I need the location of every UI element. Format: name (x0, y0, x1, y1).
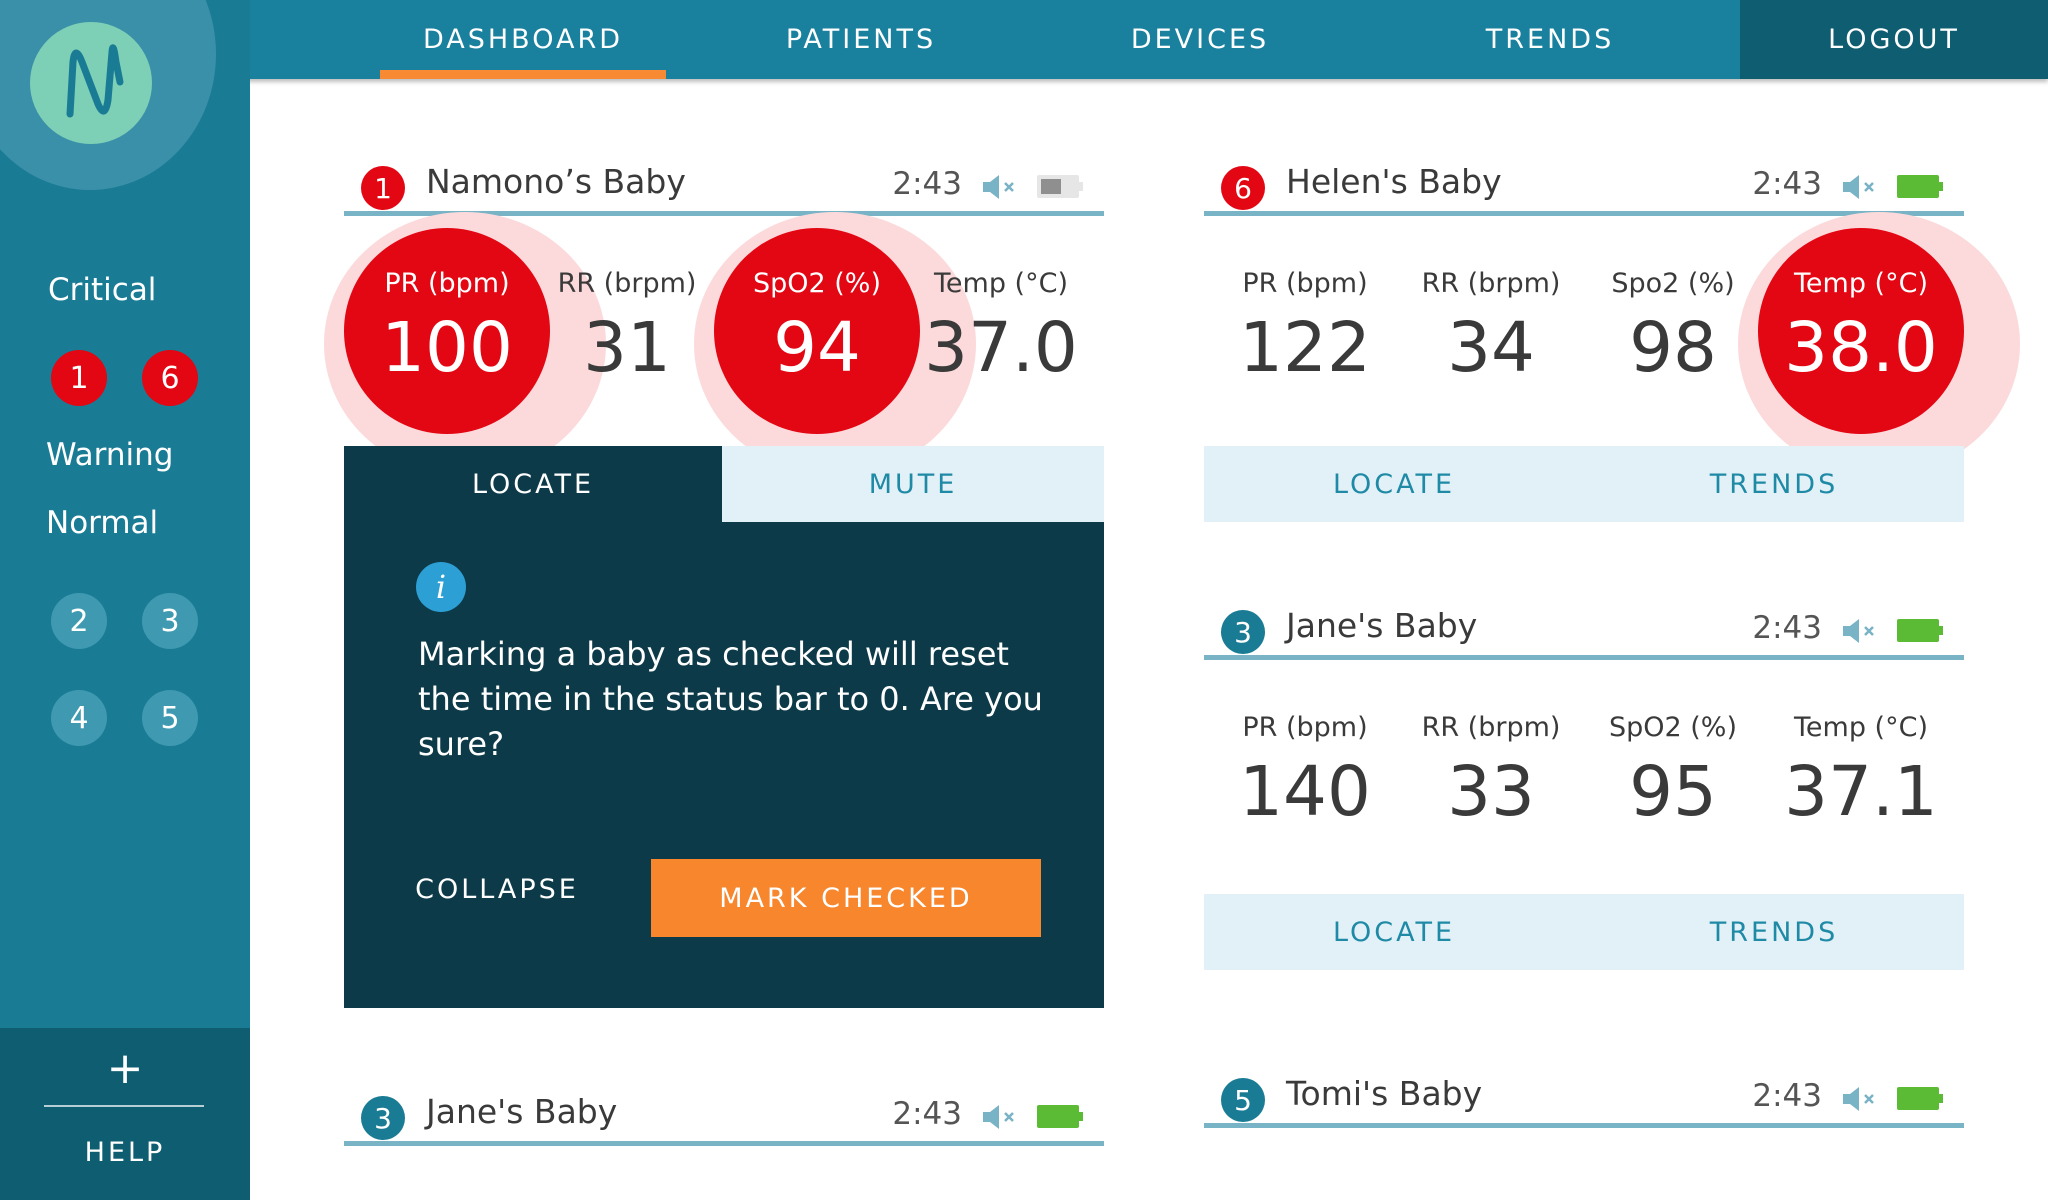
mute-tab[interactable]: MUTE (722, 446, 1104, 522)
confirm-message: Marking a baby as checked will reset the… (418, 635, 1043, 763)
card-actions: LOCATE TRENDS (1204, 894, 1964, 970)
elapsed-time: 2:43 (1752, 166, 1822, 202)
vital-value: 122 (1239, 308, 1371, 388)
battery-low-icon (1037, 175, 1083, 198)
patient-number-badge: 1 (361, 166, 405, 210)
speaker-muted-icon[interactable] (1841, 1084, 1879, 1114)
critical-label: Critical (48, 272, 157, 308)
locate-button[interactable]: LOCATE (1204, 446, 1584, 522)
trends-button[interactable]: TRENDS (1584, 894, 1964, 970)
battery-full-icon (1897, 1087, 1943, 1110)
sidebar-divider (44, 1105, 204, 1107)
vital-label: RR (brpm) (1421, 712, 1561, 743)
vitals-row: PR (bpm) 100 RR (brpm) 31 SpO2 (%) 94 Te… (324, 212, 1104, 476)
vital-value: 38.0 (1784, 308, 1938, 388)
vital-value: 37.0 (924, 308, 1078, 388)
baby-name: Jane's Baby (426, 1092, 618, 1131)
card-header: 1 Namono’s Baby 2:43 (344, 158, 1104, 216)
collapse-button[interactable]: COLLAPSE (410, 859, 584, 919)
elapsed-time: 2:43 (1752, 1078, 1822, 1114)
sidebar: Critical 1 6 Warning Normal 2 3 4 5 + HE… (0, 0, 250, 1200)
patient-card-jane: 3 Jane's Baby 2:43 PR (bpm) 140 RR (brpm… (1204, 602, 1964, 970)
patient-number-badge: 3 (1221, 610, 1265, 654)
vital-label: Spo2 (%) (1611, 268, 1735, 299)
vital-value: 37.1 (1784, 752, 1938, 832)
mark-checked-button[interactable]: MARK CHECKED (651, 859, 1041, 937)
patient-number-badge: 6 (1221, 166, 1265, 210)
patient-card-jane-left: 3 Jane's Baby 2:43 (344, 1088, 1104, 1146)
vital-label: PR (bpm) (1242, 712, 1368, 743)
critical-patient-1[interactable]: 1 (51, 350, 107, 406)
top-navigation: DASHBOARD PATIENTS DEVICES TRENDS LOGOUT (0, 0, 2048, 79)
card-actions: LOCATE MUTE (344, 446, 1104, 522)
info-icon: i (416, 562, 466, 612)
vital-label: PR (bpm) (1242, 268, 1368, 299)
nav-devices[interactable]: DEVICES (1060, 0, 1340, 79)
patient-card-namono: 1 Namono’s Baby 2:43 PR (bpm) 100 RR (br… (324, 158, 1104, 1008)
vital-value: 94 (773, 308, 861, 388)
warning-label: Warning (46, 437, 174, 473)
add-button[interactable]: + (0, 1038, 250, 1098)
vital-label: RR (brpm) (1421, 268, 1561, 299)
normal-patient-3[interactable]: 3 (142, 593, 198, 649)
battery-full-icon (1897, 619, 1943, 642)
elapsed-time: 2:43 (1752, 610, 1822, 646)
vital-label: SpO2 (%) (752, 268, 881, 299)
help-button[interactable]: HELP (0, 1132, 250, 1172)
vital-value: 140 (1239, 752, 1371, 832)
vital-label: SpO2 (%) (1608, 712, 1737, 743)
confirm-panel: i Marking a baby as checked will reset t… (344, 522, 1104, 1008)
patient-number-badge: 3 (361, 1096, 405, 1140)
baby-name: Tomi's Baby (1286, 1074, 1483, 1113)
battery-full-icon (1037, 1105, 1083, 1128)
normal-patient-5[interactable]: 5 (142, 690, 198, 746)
trends-button[interactable]: TRENDS (1584, 446, 1964, 522)
vital-label: Temp (°C) (1794, 712, 1928, 743)
normal-label: Normal (46, 505, 159, 541)
patient-card-tomi: 5 Tomi's Baby 2:43 (1204, 1070, 1964, 1128)
elapsed-time: 2:43 (892, 1096, 962, 1132)
vital-label: RR (brpm) (557, 268, 697, 299)
card-header: 6 Helen's Baby 2:43 (1204, 158, 1964, 216)
normal-patient-4[interactable]: 4 (51, 690, 107, 746)
n-wave-logo-icon[interactable] (30, 22, 152, 144)
nav-patients[interactable]: PATIENTS (720, 0, 1002, 79)
patient-number-badge: 5 (1221, 1078, 1265, 1122)
vitals-row: PR (bpm) 122 RR (brpm) 34 Spo2 (%) 98 Te… (1204, 212, 2020, 476)
normal-patient-2[interactable]: 2 (51, 593, 107, 649)
logout-button[interactable]: LOGOUT (1740, 0, 2048, 79)
logo-glyph (66, 44, 124, 118)
speaker-muted-icon[interactable] (981, 1102, 1019, 1132)
baby-name: Namono’s Baby (426, 162, 686, 201)
vitals-row: PR (bpm) 140 RR (brpm) 33 SpO2 (%) 95 Te… (1204, 660, 1964, 894)
locate-button[interactable]: LOCATE (1204, 894, 1584, 970)
vital-value: 95 (1629, 752, 1717, 832)
card-header: 5 Tomi's Baby 2:43 (1204, 1070, 1964, 1128)
card-actions: LOCATE TRENDS (1204, 446, 1964, 522)
card-header: 3 Jane's Baby 2:43 (1204, 602, 1964, 660)
battery-full-icon (1897, 175, 1943, 198)
baby-name: Jane's Baby (1286, 606, 1478, 645)
vital-value: 33 (1447, 752, 1535, 832)
locate-tab[interactable]: LOCATE (344, 446, 722, 522)
vital-label: Temp (°C) (1794, 268, 1928, 299)
speaker-muted-icon[interactable] (1841, 616, 1879, 646)
speaker-muted-icon[interactable] (981, 172, 1019, 202)
elapsed-time: 2:43 (892, 166, 962, 202)
speaker-muted-icon[interactable] (1841, 172, 1879, 202)
vital-label: Temp (°C) (934, 268, 1068, 299)
patient-card-helen: 6 Helen's Baby 2:43 PR (bpm) 122 RR (brp… (1204, 158, 2020, 522)
baby-name: Helen's Baby (1286, 162, 1502, 201)
vital-value: 34 (1447, 308, 1535, 388)
vital-value: 100 (381, 308, 513, 388)
nav-dashboard[interactable]: DASHBOARD (380, 0, 666, 79)
nav-trends[interactable]: TRENDS (1410, 0, 1690, 79)
critical-patient-6[interactable]: 6 (142, 350, 198, 406)
vital-label: PR (bpm) (384, 268, 510, 299)
card-header: 3 Jane's Baby 2:43 (344, 1088, 1104, 1146)
